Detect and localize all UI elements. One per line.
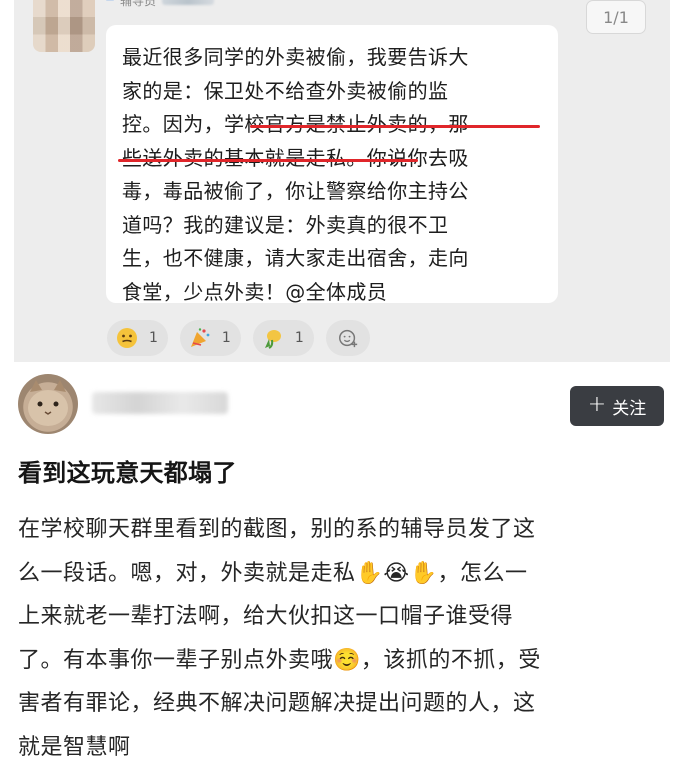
reaction-count: 1 xyxy=(149,330,158,346)
red-underline xyxy=(118,159,418,162)
message-line: 些送外卖的基本就是走私。你说你去吸 xyxy=(122,145,469,170)
message-line: 道吗？我的建议是：外卖真的很不卫 xyxy=(122,212,449,237)
reaction-count: 1 xyxy=(221,330,231,346)
sender-avatar xyxy=(33,0,95,52)
reaction-bar: 1 1 1 xyxy=(107,320,370,356)
post-body-line: 就是智慧啊 xyxy=(18,734,131,760)
message-line: 生，也不健康，请大家走出宿舍，走向 xyxy=(122,246,469,270)
message-line: 控。因为，学校官方是禁止外卖的，那 xyxy=(122,112,469,136)
chat-screenshot: 辅导员 1/1 最近很多同学的外卖被偷，我要告诉大 家的是：保卫处不给查外卖被偷… xyxy=(14,0,670,362)
post-body-line: 么一段话。嗯，对，外卖就是走私✋😭✋，怎么一 xyxy=(18,560,528,586)
reaction-chip[interactable]: 1 xyxy=(107,320,168,356)
post-body-line: 害者有罪论，经典不解决问题解决提出问题的人，这 xyxy=(18,691,536,716)
plus-icon: + xyxy=(587,392,607,417)
message-bubble: 最近很多同学的外卖被偷，我要告诉大 家的是：保卫处不给查外卖被偷的监 控。因为，… xyxy=(106,25,558,304)
follow-button[interactable]: + 关注 xyxy=(570,386,664,426)
post-body: 在学校聊天群里看到的截图，别的系的辅导员发了这 么一段话。嗯，对，外卖就是走私✋… xyxy=(18,508,668,769)
message-line: 食堂，少点外卖！@全体成员 xyxy=(122,279,388,304)
party-emoji-icon xyxy=(188,326,212,350)
page-indicator[interactable]: 1/1 xyxy=(586,0,646,34)
sender-info: 辅导员 xyxy=(106,0,215,8)
add-emoji-icon xyxy=(336,326,360,350)
author-avatar[interactable] xyxy=(18,374,78,434)
message-line: 家的是：保卫处不给查外卖被偷的监 xyxy=(122,78,449,103)
add-reaction-button[interactable] xyxy=(325,320,370,356)
message-text: 最近很多同学的外卖被偷，我要告诉大 家的是：保卫处不给查外卖被偷的监 控。因为，… xyxy=(122,41,546,309)
post-title: 看到这玩意天都塌了 xyxy=(18,459,237,487)
post-author-row: + 关注 xyxy=(18,374,668,436)
post-body-line: 上来就老一辈打法啊，给大伙扣这一口帽子谁受得 xyxy=(18,604,514,629)
message-line: 最近很多同学的外卖被偷，我要告诉大 xyxy=(122,45,469,69)
reaction-chip[interactable]: 1 xyxy=(179,320,241,356)
follow-label: 关注 xyxy=(612,398,647,419)
message-line: 毒，毒品被偷了，你让警察给你主持公 xyxy=(122,179,469,203)
red-underline xyxy=(250,125,540,128)
role-tag xyxy=(106,0,114,1)
clap-emoji-icon xyxy=(261,326,285,350)
reaction-chip[interactable]: 1 xyxy=(252,320,314,356)
post-body-line: 了。有本事你一辈子别点外卖哦☺️，该抓的不抓，受 xyxy=(18,647,541,673)
reaction-count: 1 xyxy=(294,330,304,346)
sender-role: 辅导员 xyxy=(120,0,157,8)
blurred-sender-name xyxy=(162,0,215,5)
blurred-author-name[interactable] xyxy=(92,392,228,414)
post-body-line: 在学校聊天群里看到的截图，别的系的辅导员发了这 xyxy=(18,517,536,542)
grimace-emoji-icon xyxy=(115,326,139,350)
